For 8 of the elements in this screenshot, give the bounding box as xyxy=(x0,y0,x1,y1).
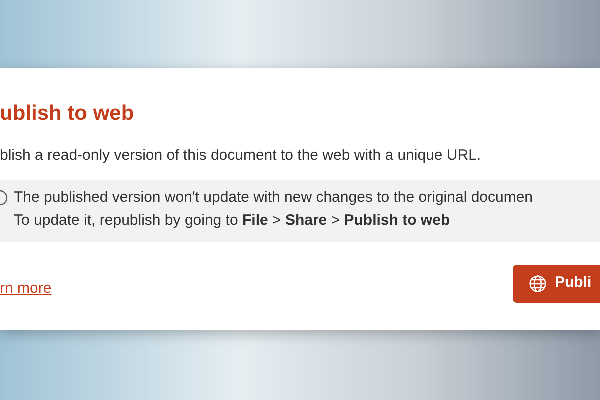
info-icon xyxy=(0,190,8,206)
globe-icon xyxy=(529,274,547,292)
notice-text: The published version won't update with new changes to the original documen xyxy=(14,188,534,208)
dialog-title: ublish to web xyxy=(0,101,136,127)
publish-button[interactable]: Publi xyxy=(513,264,600,302)
learn-more-link[interactable]: rn more xyxy=(0,278,52,301)
notice-text: To update it, republish by going to File > Share > Publish to web xyxy=(14,210,452,230)
description-text: blish a read-only version of this document to the web with a unique URL. xyxy=(0,146,482,166)
